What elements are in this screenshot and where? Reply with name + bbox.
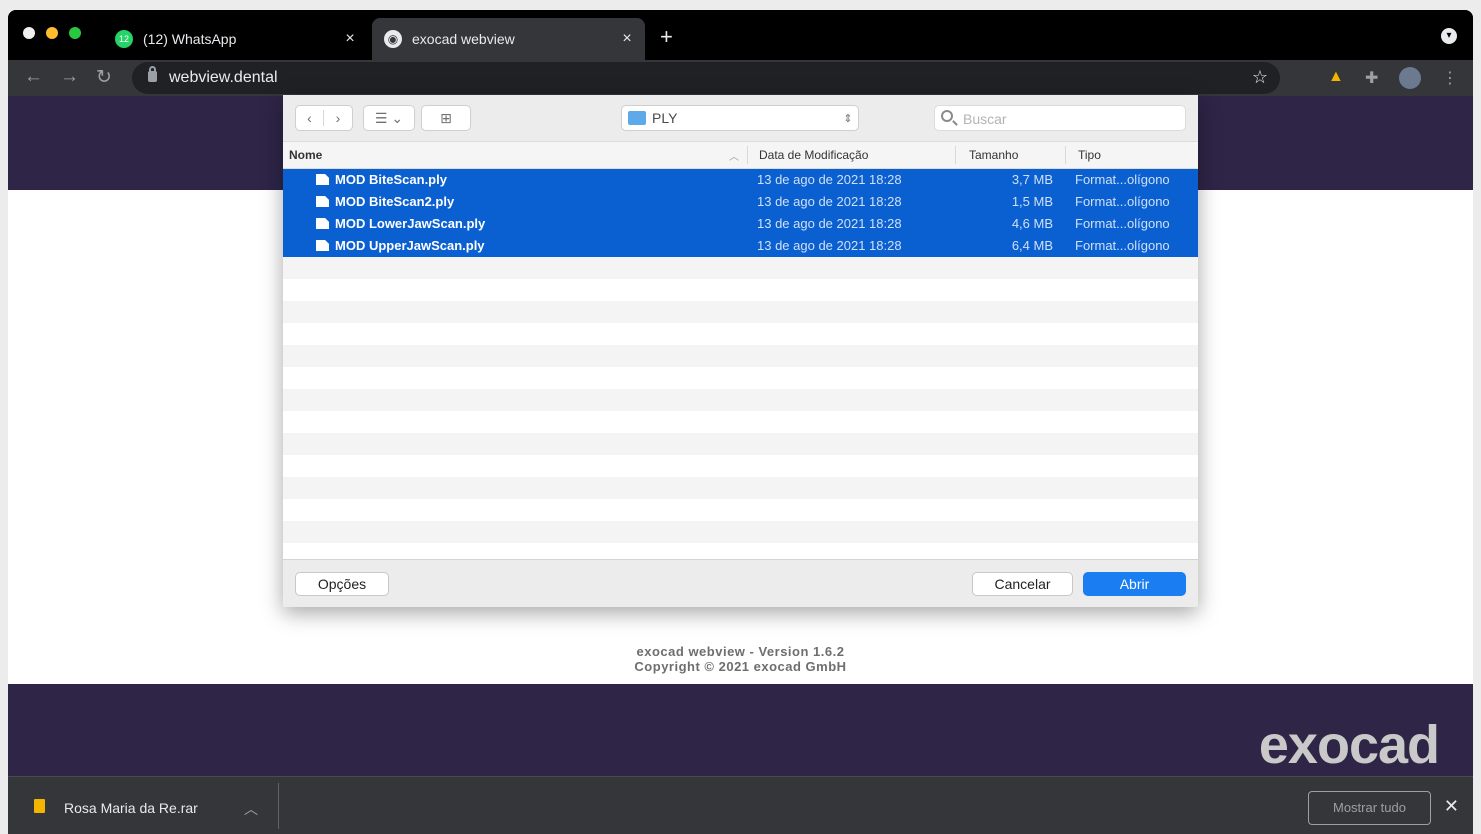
file-date: 13 de ago de 2021 18:28 xyxy=(757,238,902,253)
file-date: 13 de ago de 2021 18:28 xyxy=(757,172,902,187)
column-header-size[interactable]: Tamanho xyxy=(969,148,1018,162)
tab-close-icon[interactable]: × xyxy=(338,30,362,48)
zoom-window-button[interactable] xyxy=(69,27,81,39)
file-size: 3,7 MB xyxy=(1011,172,1053,187)
avatar[interactable] xyxy=(1399,67,1421,89)
search-icon xyxy=(941,110,953,122)
empty-row xyxy=(283,477,1198,499)
copyright-text: Copyright © 2021 exocad GmbH xyxy=(634,659,847,674)
close-icon[interactable]: ✕ xyxy=(1444,796,1459,817)
file-open-dialog: ‹ › ☰ ⌄ ⊞ PLY ⇕ Buscar Nome ︿ Data de Mo… xyxy=(283,95,1198,607)
minimize-window-button[interactable] xyxy=(46,27,58,39)
folder-name: PLY xyxy=(652,110,678,126)
tab-title: (12) WhatsApp xyxy=(143,31,237,47)
open-button[interactable]: Abrir xyxy=(1083,572,1186,596)
empty-row xyxy=(283,257,1198,279)
divider xyxy=(278,783,279,829)
tab-title: exocad webview xyxy=(412,31,515,47)
puzzle-icon[interactable]: ✚ xyxy=(1365,68,1378,88)
options-button[interactable]: Opções xyxy=(295,572,389,596)
show-all-button[interactable]: Mostrar tudo xyxy=(1308,791,1431,825)
file-icon xyxy=(316,196,329,207)
file-icon xyxy=(316,218,329,229)
tab-exocad-webview[interactable]: ◉ exocad webview × xyxy=(372,18,645,60)
file-type: Format...olígono xyxy=(1075,238,1170,253)
file-name: MOD LowerJawScan.ply xyxy=(335,216,486,231)
file-date: 13 de ago de 2021 18:28 xyxy=(757,216,902,231)
chevron-left-icon[interactable]: ‹ xyxy=(296,110,324,126)
forward-arrow-icon[interactable]: → xyxy=(60,66,79,88)
file-size: 6,4 MB xyxy=(1011,238,1053,253)
sort-ascending-icon: ︿ xyxy=(729,152,739,163)
new-folder-icon: ⊞ xyxy=(440,109,452,126)
empty-row xyxy=(283,433,1198,455)
file-name: MOD BiteScan2.ply xyxy=(335,194,455,209)
search-field[interactable]: Buscar xyxy=(934,105,1186,131)
browser-toolbar: ← → ↻ webview.dental ☆ ▲ ✚ ⋮ xyxy=(8,60,1473,96)
file-date: 13 de ago de 2021 18:28 xyxy=(757,194,902,209)
file-type: Format...olígono xyxy=(1075,216,1170,231)
empty-row xyxy=(283,521,1198,543)
tab-close-icon[interactable]: × xyxy=(615,30,639,48)
cancel-button[interactable]: Cancelar xyxy=(972,572,1073,596)
footer-band xyxy=(8,684,1473,776)
kebab-menu-icon[interactable]: ⋮ xyxy=(1442,68,1458,88)
close-window-button[interactable] xyxy=(23,27,35,39)
whatsapp-icon: 12 xyxy=(115,30,133,48)
reload-icon[interactable]: ↻ xyxy=(96,66,112,89)
file-type: Format...olígono xyxy=(1075,172,1170,187)
nav-arrows: ‹ › xyxy=(295,105,353,131)
view-mode-button[interactable]: ☰ ⌄ xyxy=(363,105,415,131)
file-size: 4,6 MB xyxy=(1011,216,1053,231)
tab-strip: 12 (12) WhatsApp × ◉ exocad webview × + … xyxy=(8,10,1473,60)
chevron-right-icon[interactable]: › xyxy=(324,110,352,126)
file-row[interactable]: MOD BiteScan2.ply 13 de ago de 2021 18:2… xyxy=(283,191,1198,213)
new-tab-button[interactable]: + xyxy=(660,24,673,50)
version-text: exocad webview - Version 1.6.2 xyxy=(636,644,845,659)
column-header-name[interactable]: Nome xyxy=(289,148,322,162)
file-size: 1,5 MB xyxy=(1011,194,1053,209)
file-name: MOD UpperJawScan.ply xyxy=(335,238,485,253)
folder-icon xyxy=(628,111,646,125)
tab-whatsapp[interactable]: 12 (12) WhatsApp × xyxy=(103,18,368,60)
empty-row xyxy=(283,301,1198,323)
tab-search-icon[interactable]: ▾ xyxy=(1441,28,1457,44)
google-drive-icon[interactable]: ▲ xyxy=(1328,68,1344,86)
file-list: MOD BiteScan.ply 13 de ago de 2021 18:28… xyxy=(283,169,1198,559)
globe-icon: ◉ xyxy=(384,30,402,48)
download-bar: Rosa Maria da Re.rar ︿ Mostrar tudo ✕ xyxy=(8,776,1473,834)
file-row[interactable]: MOD BiteScan.ply 13 de ago de 2021 18:28… xyxy=(283,169,1198,191)
star-icon[interactable]: ☆ xyxy=(1252,67,1268,88)
column-header-date[interactable]: Data de Modificação xyxy=(759,148,868,162)
file-icon xyxy=(316,174,329,185)
list-view-icon: ☰ ⌄ xyxy=(374,109,404,126)
column-divider xyxy=(1065,146,1066,164)
file-name: MOD BiteScan.ply xyxy=(335,172,447,187)
empty-row xyxy=(283,389,1198,411)
folder-popup[interactable]: PLY ⇕ xyxy=(621,105,859,131)
dialog-footer: Opções Cancelar Abrir xyxy=(283,559,1198,607)
new-folder-button[interactable]: ⊞ xyxy=(421,105,471,131)
column-header: Nome ︿ Data de Modificação Tamanho Tipo xyxy=(283,141,1198,169)
lock-icon xyxy=(148,66,157,82)
download-item-name[interactable]: Rosa Maria da Re.rar xyxy=(64,800,198,816)
exocad-logo: exocad xyxy=(1258,715,1440,775)
search-placeholder: Buscar xyxy=(963,111,1007,127)
address-bar[interactable]: webview.dental ☆ xyxy=(132,62,1280,94)
updown-chevron-icon: ⇕ xyxy=(843,112,853,125)
file-row[interactable]: MOD UpperJawScan.ply 13 de ago de 2021 1… xyxy=(283,235,1198,257)
url-text: webview.dental xyxy=(169,69,278,86)
file-icon xyxy=(316,240,329,251)
back-arrow-icon[interactable]: ← xyxy=(24,66,43,88)
dialog-toolbar: ‹ › ☰ ⌄ ⊞ PLY ⇕ Buscar xyxy=(283,95,1198,141)
version-info: exocad webview - Version 1.6.2 Copyright… xyxy=(8,644,1473,674)
column-divider xyxy=(747,146,748,164)
chevron-up-icon[interactable]: ︿ xyxy=(244,799,258,819)
empty-row xyxy=(283,345,1198,367)
file-type: Format...olígono xyxy=(1075,194,1170,209)
column-divider xyxy=(955,146,956,164)
column-header-type[interactable]: Tipo xyxy=(1078,148,1101,162)
file-row[interactable]: MOD LowerJawScan.ply 13 de ago de 2021 1… xyxy=(283,213,1198,235)
archive-file-icon xyxy=(34,799,45,813)
